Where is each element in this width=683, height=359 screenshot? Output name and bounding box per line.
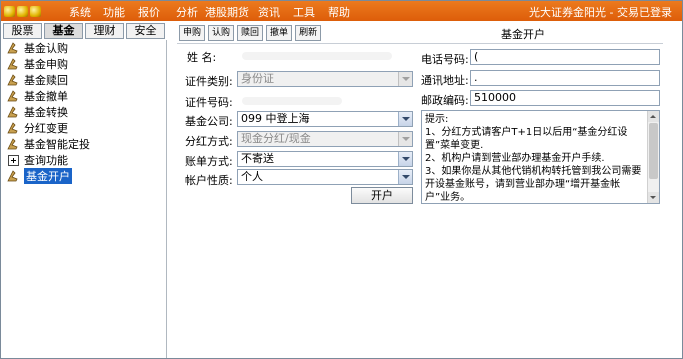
tips-line-2: 2、机构户请到营业部办理基金开户手续.: [425, 153, 605, 164]
tree-item-fund-auto-invest[interactable]: 基金智能定投: [6, 136, 164, 152]
fund-icon: [6, 41, 20, 55]
name-label: 姓 名:: [187, 51, 217, 64]
tree-label: 基金开户: [24, 168, 72, 184]
tips-line-1: 1、分红方式请客户T+1日以后用“基金分红设置”菜单变更.: [425, 127, 628, 151]
fund-company-value: 099 中登上海: [241, 112, 310, 125]
chevron-down-icon[interactable]: [398, 132, 412, 146]
tab-security[interactable]: 安全: [126, 23, 165, 39]
postcode-label: 邮政编码:: [421, 94, 469, 107]
address-input[interactable]: .: [470, 70, 660, 86]
statement-label: 账单方式:: [185, 155, 233, 168]
tree-item-query[interactable]: 查询功能: [6, 152, 164, 168]
tab-stock[interactable]: 股票: [3, 23, 42, 39]
tree-label: 基金智能定投: [24, 138, 90, 151]
id-number-field[interactable]: [237, 93, 413, 109]
menu-hk-futures[interactable]: 港股期货: [205, 4, 249, 20]
phone-label: 电话号码:: [421, 53, 469, 66]
redacted-value: [242, 97, 342, 105]
menu-system[interactable]: 系统: [69, 4, 91, 20]
purchase-button[interactable]: 申购: [179, 25, 206, 41]
tree-item-fund-subscribe[interactable]: 基金认购: [6, 40, 164, 56]
dividend-label: 分红方式:: [185, 135, 233, 148]
menu-analysis[interactable]: 分析: [176, 4, 198, 20]
tree-label: 基金转换: [24, 106, 68, 119]
window-title: 光大证券金阳光 - 交易已登录: [529, 6, 672, 19]
fund-icon: [6, 89, 20, 103]
id-number-label: 证件号码:: [185, 96, 233, 109]
tree-item-fund-cancel[interactable]: 基金撤单: [6, 88, 164, 104]
scroll-up-icon[interactable]: [648, 111, 659, 122]
id-type-select[interactable]: 身份证: [237, 71, 413, 87]
fund-icon: [6, 105, 20, 119]
statement-select[interactable]: 不寄送: [237, 151, 413, 167]
menu-tools[interactable]: 工具: [293, 4, 315, 20]
name-field[interactable]: [237, 48, 413, 64]
dividend-value: 现金分红/现金: [241, 132, 311, 145]
chevron-down-icon[interactable]: [398, 72, 412, 86]
phone-input[interactable]: (: [470, 49, 660, 65]
fund-icon: [6, 137, 20, 151]
action-toolbar: 申购 认购 赎回 撤单 刷新: [179, 25, 322, 41]
account-type-select[interactable]: 个人: [237, 169, 413, 185]
fund-icon: [6, 73, 20, 87]
id-type-value: 身份证: [241, 72, 274, 85]
tree-label: 基金赎回: [24, 74, 68, 87]
redeem-button[interactable]: 赎回: [237, 25, 264, 41]
tab-fund[interactable]: 基金: [44, 23, 83, 39]
tree-item-fund-redeem[interactable]: 基金赎回: [6, 72, 164, 88]
menubar: 系统 功能 报价 分析 港股期货 资讯 工具 帮助 光大证券金阳光 - 交易已登…: [1, 1, 682, 21]
menu-quote[interactable]: 报价: [138, 4, 160, 20]
cancel-order-button[interactable]: 撤单: [266, 25, 293, 41]
fund-icon: [6, 57, 20, 71]
expand-icon[interactable]: [8, 154, 19, 166]
fund-icon: [6, 169, 20, 183]
app-logo: [4, 4, 44, 18]
address-label: 通讯地址:: [421, 74, 469, 87]
scroll-down-icon[interactable]: [648, 192, 659, 203]
redacted-value: [242, 52, 392, 60]
chevron-down-icon[interactable]: [398, 170, 412, 184]
fund-company-select[interactable]: 099 中登上海: [237, 111, 413, 127]
tree-label: 查询功能: [24, 154, 68, 167]
tree-item-fund-purchase[interactable]: 基金申购: [6, 56, 164, 72]
tree-label: 分红变更: [24, 122, 68, 135]
id-type-label: 证件类别:: [185, 75, 233, 88]
dividend-select[interactable]: 现金分红/现金: [237, 131, 413, 147]
menu-news[interactable]: 资讯: [258, 4, 280, 20]
account-type-label: 帐户性质:: [185, 174, 233, 187]
tips-box: 提示: 1、分红方式请客户T+1日以后用“基金分红设置”菜单变更. 2、机构户请…: [421, 110, 660, 204]
left-tab-bar: 股票 基金 理财 安全: [3, 23, 165, 39]
tree-item-dividend-change[interactable]: 分红变更: [6, 120, 164, 136]
tree-label: 基金撤单: [24, 90, 68, 103]
app-window: 系统 功能 报价 分析 港股期货 资讯 工具 帮助 光大证券金阳光 - 交易已登…: [0, 0, 683, 359]
chevron-down-icon[interactable]: [398, 112, 412, 126]
fund-icon: [6, 121, 20, 135]
account-type-value: 个人: [241, 170, 263, 183]
open-account-button[interactable]: 开户: [351, 187, 413, 204]
postcode-input[interactable]: 510000: [470, 90, 660, 106]
tree-label: 基金认购: [24, 42, 68, 55]
tips-heading: 提示:: [425, 114, 449, 125]
tree-label: 基金申购: [24, 58, 68, 71]
divider: [177, 43, 663, 44]
chevron-down-icon[interactable]: [398, 152, 412, 166]
function-tree: 基金认购 基金申购 基金赎回 基金撤单 基金转换 分红变更 基金智能定投 查询功…: [3, 40, 167, 358]
tree-item-fund-convert[interactable]: 基金转换: [6, 104, 164, 120]
menu-function[interactable]: 功能: [103, 4, 125, 20]
menu-help[interactable]: 帮助: [328, 4, 350, 20]
tab-finance[interactable]: 理财: [85, 23, 124, 39]
subscribe-button[interactable]: 认购: [208, 25, 235, 41]
tips-line-3: 3、如果你是从其他代销机构转托管到我公司需要开设基金账号，请到营业部办理“增开基…: [425, 166, 642, 203]
statement-value: 不寄送: [241, 152, 274, 165]
tips-scrollbar[interactable]: [647, 111, 659, 203]
tree-item-fund-open-account[interactable]: 基金开户: [6, 168, 164, 184]
fund-company-label: 基金公司:: [185, 115, 233, 128]
form-title: 基金开户: [501, 28, 545, 41]
scroll-thumb[interactable]: [649, 123, 658, 179]
refresh-button[interactable]: 刷新: [295, 25, 322, 41]
